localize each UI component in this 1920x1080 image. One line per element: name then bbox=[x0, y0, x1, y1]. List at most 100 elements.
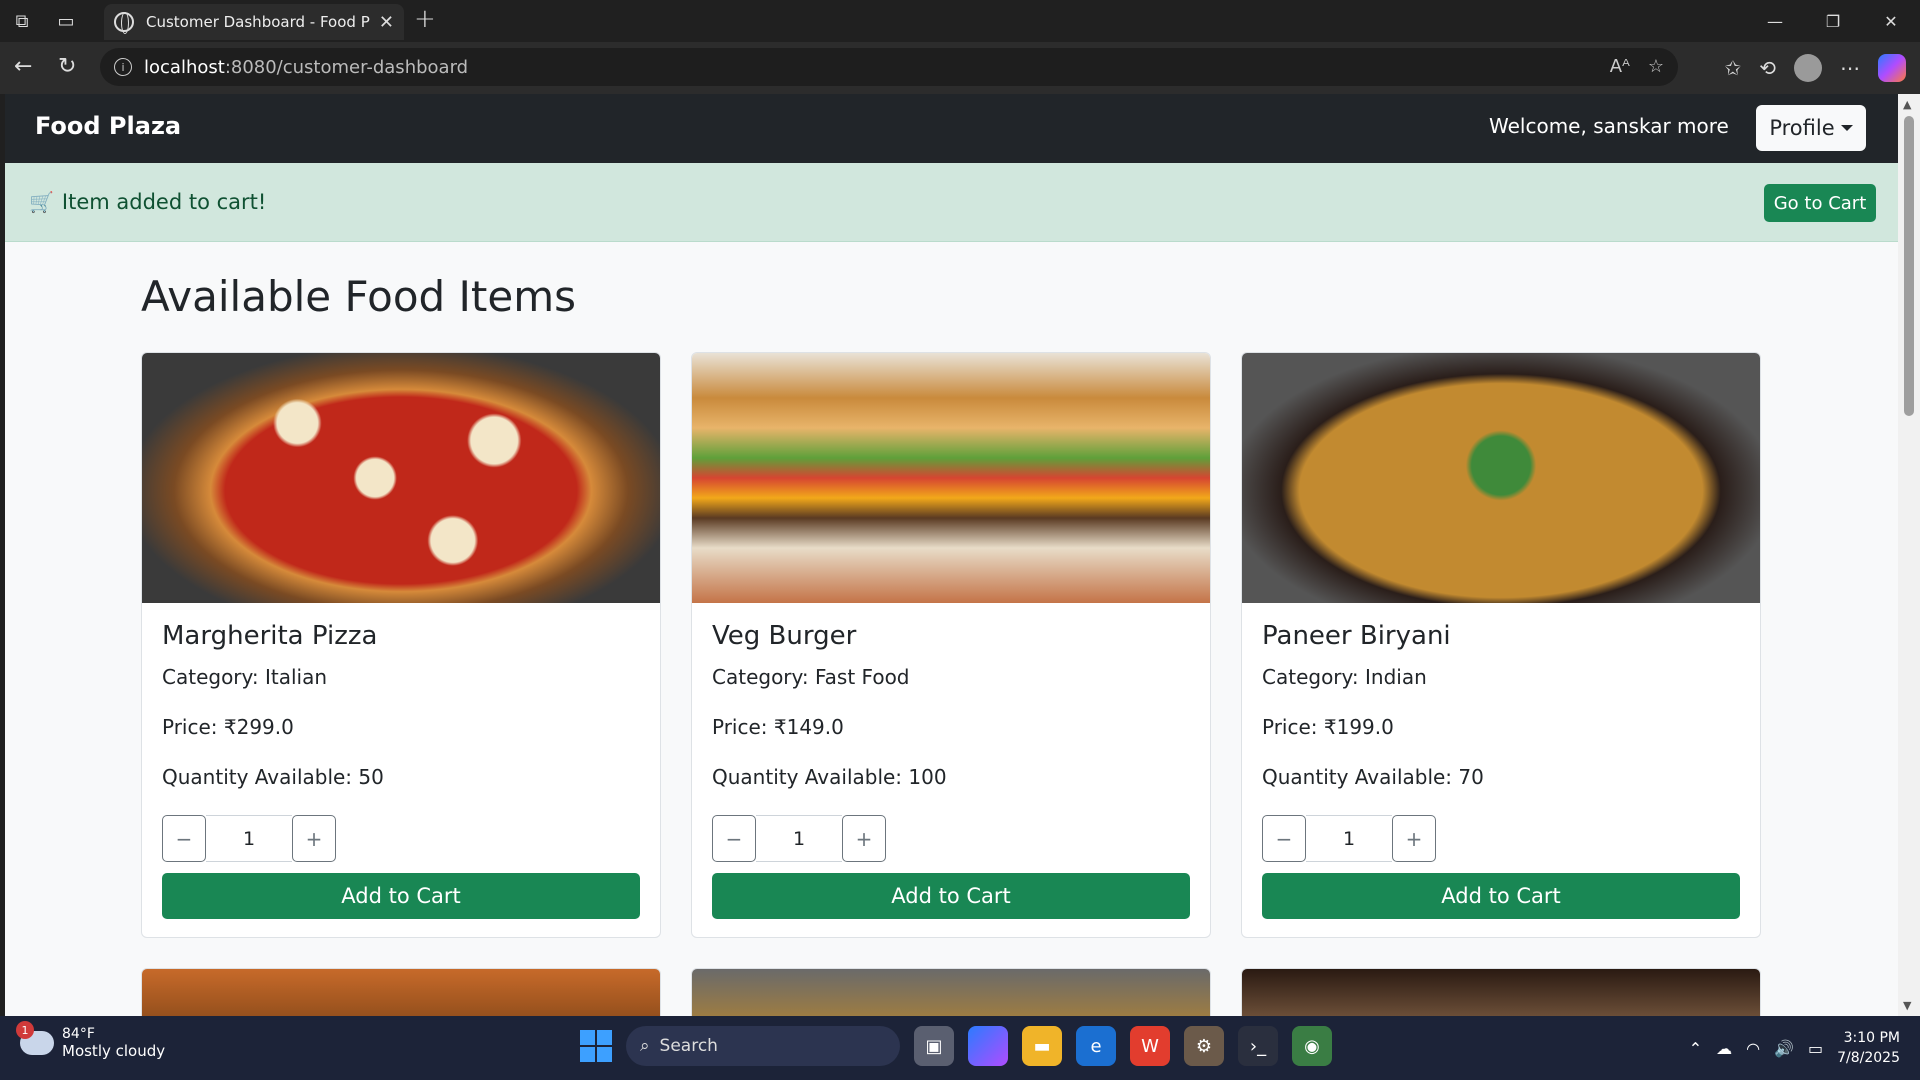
site-info-icon[interactable]: i bbox=[114, 58, 132, 76]
history-icon[interactable]: ⟲ bbox=[1759, 56, 1776, 80]
site-navbar: Food Plaza Welcome, sanskar more Profile bbox=[5, 94, 1898, 163]
edge-browser-icon[interactable]: e bbox=[1076, 1026, 1116, 1066]
scroll-down-icon[interactable]: ▼ bbox=[1903, 999, 1911, 1012]
food-name: Margherita Pizza bbox=[162, 621, 378, 651]
close-tab-icon[interactable]: ✕ bbox=[379, 12, 394, 33]
food-category: Category: Italian bbox=[162, 665, 328, 689]
battery-icon[interactable]: ▭ bbox=[1808, 1039, 1823, 1058]
food-image-biryani bbox=[1242, 353, 1760, 603]
increment-button[interactable]: + bbox=[842, 815, 886, 862]
profile-dropdown-button[interactable]: Profile bbox=[1756, 105, 1866, 151]
clock[interactable]: 3:10 PM 7/8/2025 bbox=[1837, 1028, 1900, 1068]
quantity-stepper: − 1 + bbox=[712, 815, 886, 862]
page-scrollbar[interactable]: ▲ ▼ bbox=[1898, 94, 1920, 1016]
success-alert: 🛒 Item added to cart! Go to Cart bbox=[5, 163, 1898, 242]
scroll-thumb[interactable] bbox=[1904, 116, 1914, 416]
food-name: Paneer Biryani bbox=[1262, 621, 1451, 651]
food-quantity-available: Quantity Available: 50 bbox=[162, 765, 384, 789]
food-category: Category: Fast Food bbox=[712, 665, 910, 689]
settings-gear-icon[interactable]: ⚙ bbox=[1184, 1026, 1224, 1066]
decrement-button[interactable]: − bbox=[712, 815, 756, 862]
taskbar-search[interactable]: ⌕ Search bbox=[626, 1026, 900, 1066]
alert-message: Item added to cart! bbox=[61, 190, 267, 214]
copilot-app-icon[interactable] bbox=[968, 1026, 1008, 1066]
scroll-up-icon[interactable]: ▲ bbox=[1903, 98, 1911, 111]
page-viewport: Food Plaza Welcome, sanskar more Profile… bbox=[5, 94, 1898, 1016]
wifi-icon[interactable]: ◠ bbox=[1746, 1039, 1760, 1058]
globe-icon bbox=[114, 12, 134, 34]
read-aloud-icon[interactable]: Aᴬ bbox=[1610, 56, 1630, 77]
clock-time: 3:10 PM bbox=[1843, 1030, 1900, 1046]
food-quantity-available: Quantity Available: 70 bbox=[1262, 765, 1484, 789]
chevron-up-icon[interactable]: ⌃ bbox=[1689, 1039, 1702, 1058]
decrement-button[interactable]: − bbox=[1262, 815, 1306, 862]
profile-label: Profile bbox=[1769, 116, 1835, 140]
url-host: localhost bbox=[144, 56, 225, 78]
brand-logo[interactable]: Food Plaza bbox=[35, 112, 181, 140]
system-tray: ⌃ ☁ ◠ 🔊 ▭ 3:10 PM 7/8/2025 bbox=[1689, 1028, 1900, 1068]
file-explorer-icon[interactable]: ▬ bbox=[1022, 1026, 1062, 1066]
profile-avatar-icon[interactable] bbox=[1794, 54, 1822, 82]
increment-button[interactable]: + bbox=[292, 815, 336, 862]
favorites-icon[interactable]: ✩ bbox=[1724, 56, 1741, 80]
more-menu-icon[interactable]: ⋯ bbox=[1840, 56, 1860, 80]
notification-badge: 1 bbox=[16, 1021, 34, 1039]
food-quantity-available: Quantity Available: 100 bbox=[712, 765, 947, 789]
add-to-cart-button[interactable]: Add to Cart bbox=[162, 873, 640, 919]
onedrive-icon[interactable]: ☁ bbox=[1716, 1039, 1732, 1058]
food-price: Price: ₹149.0 bbox=[712, 715, 844, 739]
terminal-icon[interactable]: ›_ bbox=[1238, 1026, 1278, 1066]
add-to-cart-button[interactable]: Add to Cart bbox=[712, 873, 1190, 919]
quantity-stepper: − 1 + bbox=[162, 815, 336, 862]
weather-widget[interactable]: 1 84°F Mostly cloudy bbox=[16, 1021, 166, 1060]
copilot-icon[interactable] bbox=[1878, 54, 1906, 82]
back-icon[interactable]: ← bbox=[14, 54, 32, 79]
workspaces-icon[interactable]: ⧉ bbox=[0, 0, 44, 42]
quantity-input[interactable]: 1 bbox=[756, 815, 842, 862]
food-card-partial bbox=[141, 968, 661, 1016]
browser-toolbar: ✩ ⟲ ⋯ bbox=[1724, 42, 1920, 94]
go-to-cart-button[interactable]: Go to Cart bbox=[1764, 184, 1876, 222]
shopping-cart-icon: 🛒 bbox=[29, 190, 54, 214]
food-card: Margherita Pizza Category: Italian Price… bbox=[141, 352, 661, 938]
quantity-input[interactable]: 1 bbox=[1306, 815, 1392, 862]
restore-icon[interactable]: ❐ bbox=[1804, 0, 1862, 42]
browser-tab-bar: ⧉ ▭ Customer Dashboard - Food Plaza ✕ + … bbox=[0, 0, 1920, 42]
refresh-icon[interactable]: ↻ bbox=[58, 54, 76, 79]
food-card-partial bbox=[1241, 968, 1761, 1016]
windows-taskbar: 1 84°F Mostly cloudy ⌕ Search ▣ ▬ e W ⚙ … bbox=[0, 1016, 1920, 1080]
search-icon: ⌕ bbox=[640, 1036, 650, 1056]
taskbar-apps: ⌕ Search ▣ ▬ e W ⚙ ›_ ◉ bbox=[580, 1026, 1332, 1066]
weather-temperature: 84°F bbox=[62, 1026, 95, 1042]
page-title: Available Food Items bbox=[141, 272, 577, 321]
close-window-icon[interactable]: ✕ bbox=[1862, 0, 1920, 42]
food-card-partial bbox=[691, 968, 1211, 1016]
url-field[interactable]: i localhost :8080/customer-dashboard Aᴬ … bbox=[100, 48, 1678, 86]
food-card: Paneer Biryani Category: Indian Price: ₹… bbox=[1241, 352, 1761, 938]
decrement-button[interactable]: − bbox=[162, 815, 206, 862]
weather-condition: Mostly cloudy bbox=[62, 1042, 166, 1060]
window-controls: — ❐ ✕ bbox=[1746, 0, 1920, 42]
cloud-icon: 1 bbox=[16, 1021, 54, 1055]
quantity-input[interactable]: 1 bbox=[206, 815, 292, 862]
windows-start-icon[interactable] bbox=[580, 1030, 612, 1062]
welcome-text: Welcome, sanskar more bbox=[1489, 114, 1729, 138]
increment-button[interactable]: + bbox=[1392, 815, 1436, 862]
food-price: Price: ₹199.0 bbox=[1262, 715, 1394, 739]
add-to-cart-button[interactable]: Add to Cart bbox=[1262, 873, 1740, 919]
caret-down-icon bbox=[1840, 125, 1853, 131]
food-name: Veg Burger bbox=[712, 621, 857, 651]
new-tab-button[interactable]: + bbox=[414, 4, 436, 34]
browser-tab[interactable]: Customer Dashboard - Food Plaza ✕ bbox=[104, 4, 404, 40]
minimize-icon[interactable]: — bbox=[1746, 0, 1804, 42]
food-card: Veg Burger Category: Fast Food Price: ₹1… bbox=[691, 352, 1211, 938]
address-bar-row: ← ↻ i localhost :8080/customer-dashboard… bbox=[0, 42, 1920, 94]
food-image-burger bbox=[692, 353, 1210, 603]
task-view-icon[interactable]: ▣ bbox=[914, 1026, 954, 1066]
office-app-icon[interactable]: W bbox=[1130, 1026, 1170, 1066]
favorite-star-icon[interactable]: ☆ bbox=[1648, 56, 1664, 77]
food-price: Price: ₹299.0 bbox=[162, 715, 294, 739]
chrome-browser-icon[interactable]: ◉ bbox=[1292, 1026, 1332, 1066]
vertical-tabs-icon[interactable]: ▭ bbox=[44, 0, 88, 42]
volume-icon[interactable]: 🔊 bbox=[1774, 1039, 1794, 1058]
